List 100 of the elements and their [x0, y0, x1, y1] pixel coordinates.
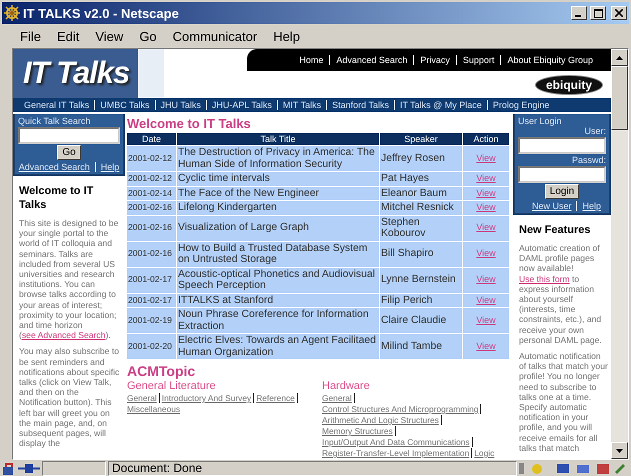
text-link[interactable]: Use this form: [519, 274, 570, 284]
table-cell: Bill Shapiro: [380, 242, 462, 266]
maximize-button[interactable]: [590, 6, 606, 20]
header-link[interactable]: Advanced Search: [329, 55, 414, 65]
section-heading: ACMTopic: [127, 363, 196, 379]
topic-link[interactable]: Input/Output And Data Communications: [322, 437, 473, 447]
panel-link[interactable]: Help: [94, 162, 124, 172]
table-cell: 2001-02-19: [127, 308, 176, 333]
table-cell: 2001-02-17: [127, 294, 176, 307]
scroll-up-icon: [616, 56, 623, 60]
view-link[interactable]: View: [476, 294, 496, 304]
group-logo[interactable]: ebiquity: [534, 74, 603, 94]
panel-title: Quick Talk Search: [18, 116, 90, 126]
panel-link[interactable]: New User: [526, 201, 576, 211]
view-link[interactable]: View: [476, 152, 496, 163]
table-cell: 2001-02-16: [127, 216, 176, 240]
nav-link[interactable]: JHU-APL Talks: [206, 100, 277, 110]
sidebar-paragraph: Automatic notification of talks that match your profile! You no longer need to subscribe to talks one at a time. Specify automatic notification in your profile, and you will receive emails for all talks that match: [519, 351, 609, 454]
table-cell: Filip Perich: [380, 294, 462, 307]
sidebar-paragraph: This site is designed to be your single portal to the world of IT colloquia and seminars. Talks are included from several US universities and research institutions. You can browse talks according to your areas of interest; proximity to your location; and time horizon (see Advanced Search).: [19, 218, 120, 340]
table-cell: Pat Hayes: [380, 172, 462, 186]
field-label: Passwd:: [572, 155, 606, 165]
table-cell: 2001-02-16: [127, 201, 176, 214]
table-cell: Stephen Kobourov: [380, 216, 462, 240]
menu-item[interactable]: Edit: [56, 28, 80, 44]
nav-link[interactable]: Prolog Engine: [486, 100, 554, 110]
table-cell: Lifelong Kindergarten: [177, 201, 379, 214]
view-link[interactable]: View: [476, 202, 496, 212]
sidebar-paragraph: You may also subscribe to be sent reminders and notifications about specific talks (click on View Talk, and then on the Notification button). This left bar will greet you on the main page, and, on subsequent pages, will display the: [19, 346, 120, 448]
header-link[interactable]: Home: [293, 55, 330, 65]
topic-link[interactable]: Arithmetic And Logic Structures: [322, 415, 442, 425]
table-cell: Milind Tambe: [380, 334, 462, 359]
table-cell: Noun Phrase Coreference for Information Extraction: [177, 308, 379, 333]
table-cell: Visualization of Large Graph: [177, 216, 379, 240]
table-cell: 2001-02-14: [127, 186, 176, 200]
nav-link[interactable]: General IT Talks: [19, 100, 94, 110]
topic-title[interactable]: General Literature: [127, 380, 316, 392]
table-cell: Claire Claudie: [380, 308, 462, 333]
view-link[interactable]: View: [476, 314, 496, 325]
header-link[interactable]: Support: [456, 55, 500, 65]
view-link[interactable]: View: [476, 188, 496, 198]
table-cell: Jeffrey Rosen: [380, 146, 462, 171]
minimize-button[interactable]: [571, 6, 587, 20]
status-text: Document: Done: [108, 460, 517, 476]
field-label: User:: [584, 126, 606, 136]
panel-link[interactable]: Advanced Search: [14, 162, 95, 172]
ship-wheel-icon: [4, 5, 20, 21]
nav-link[interactable]: IT Talks @ My Place: [394, 100, 487, 110]
topic-link[interactable]: Miscellaneous: [127, 404, 182, 414]
topic-link[interactable]: Control Structures And Microprogramming: [322, 404, 482, 414]
view-link[interactable]: View: [476, 340, 496, 351]
search-field[interactable]: [18, 127, 120, 144]
close-button[interactable]: [611, 6, 627, 20]
panel-link[interactable]: Help: [576, 201, 606, 211]
nav-link[interactable]: MIT Talks: [276, 100, 326, 110]
go-button[interactable]: Go: [57, 145, 81, 160]
topic-link[interactable]: Register-Transfer-Level Implementation: [322, 448, 472, 458]
table-cell: 2001-02-12: [127, 172, 176, 186]
text-link[interactable]: see Advanced Search: [22, 330, 106, 340]
scroll-down-icon: [616, 448, 623, 452]
view-link[interactable]: View: [476, 173, 496, 183]
topic-title[interactable]: Hardware: [322, 380, 511, 392]
user-field[interactable]: [518, 137, 606, 154]
table-cell: Acoustic-optical Phonetics and Audiovisual Speech Perception: [177, 268, 379, 292]
table-cell: Mitchel Resnick: [380, 201, 462, 214]
nav-link[interactable]: JHU Talks: [154, 100, 206, 110]
plug-icon[interactable]: [18, 462, 40, 474]
password-field[interactable]: [518, 166, 606, 183]
menu-item[interactable]: Communicator: [172, 28, 258, 44]
table-cell: Electric Elves: Towards an Agent Facilitaed Human Organization: [177, 334, 379, 359]
scroll-thumb[interactable]: [611, 66, 628, 130]
maximize-icon: [594, 8, 602, 18]
table-cell: Eleanor Baum: [380, 186, 462, 200]
menu-item[interactable]: Go: [139, 28, 157, 44]
header-link[interactable]: About Ebiquity Group: [500, 55, 599, 65]
scrollbar[interactable]: [611, 49, 628, 459]
nav-link[interactable]: UMBC Talks: [94, 100, 155, 110]
sidebar-paragraph: Automatic creation of DAML profile pages now available! Use this form to express information about yourself (interests, time constraints, etc.), and receive your own personal DAML page.: [519, 243, 603, 346]
table-cell: The Destruction of Privacy in America: The Human Side of Information Security: [177, 146, 379, 171]
view-link[interactable]: View: [476, 274, 496, 284]
menu-item[interactable]: Help: [273, 28, 300, 44]
menu-item[interactable]: File: [20, 28, 41, 44]
topic-link[interactable]: Logic: [474, 448, 496, 458]
topic-link[interactable]: General: [127, 393, 160, 403]
panel-title: User Login: [518, 116, 562, 126]
menu-item[interactable]: View: [95, 28, 124, 44]
column-header: Action: [463, 133, 509, 145]
lock-icon[interactable]: [2, 462, 16, 474]
sidebar-heading: Welcome to IT Talks: [19, 184, 94, 212]
view-link[interactable]: View: [476, 222, 496, 232]
topic-link[interactable]: Introductory And Survey: [162, 393, 254, 403]
topic-link[interactable]: Memory Structures: [322, 426, 396, 436]
header-link[interactable]: Privacy: [413, 55, 456, 65]
login-button[interactable]: Login: [544, 184, 580, 199]
view-link[interactable]: View: [476, 248, 496, 258]
page-heading: Welcome to IT Talks: [127, 116, 252, 131]
topic-link[interactable]: Reference: [256, 393, 298, 403]
nav-link[interactable]: Stanford Talks: [326, 100, 394, 110]
topic-link[interactable]: General: [322, 393, 355, 403]
table-cell: Cyclic time intervals: [177, 172, 379, 186]
